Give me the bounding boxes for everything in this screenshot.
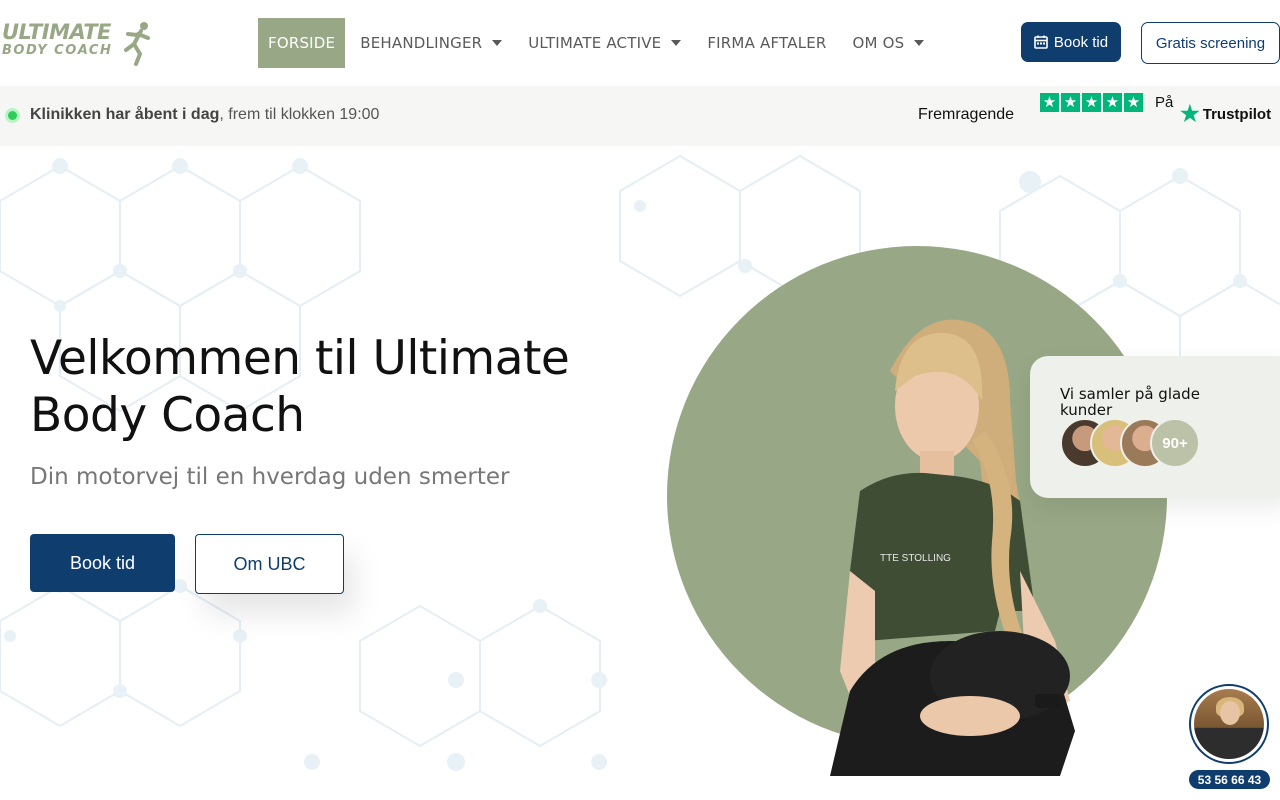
chevron-down-icon bbox=[914, 40, 925, 46]
nav-label: FIRMA AFTALER bbox=[707, 34, 827, 52]
runner-icon bbox=[124, 22, 150, 66]
free-screening-button[interactable]: Gratis screening bbox=[1141, 22, 1280, 64]
hero-subtitle: Din motorvej til en hverdag uden smerter bbox=[30, 464, 510, 490]
star-icon: ★ bbox=[1103, 93, 1122, 112]
chevron-down-icon bbox=[671, 40, 682, 46]
star-icon: ★ bbox=[1124, 93, 1143, 112]
star-icon: ★ bbox=[1040, 93, 1059, 112]
nav-item-forside[interactable]: FORSIDE bbox=[258, 18, 346, 68]
site-header: ULTIMATE BODY COACH FORSIDE BEHANDLINGER… bbox=[0, 0, 1280, 86]
happy-customers-card: Vi samler på glade kunder 90+ bbox=[1030, 356, 1280, 498]
customer-count-badge: 90+ bbox=[1150, 418, 1200, 468]
screening-button-label: Gratis screening bbox=[1155, 34, 1266, 52]
about-button-label: Om UBC bbox=[233, 553, 306, 574]
open-status-rest: , frem til klokken 19:00 bbox=[219, 106, 380, 123]
chevron-down-icon bbox=[492, 40, 503, 46]
open-status-bold: Klinikken har åbent i dag bbox=[30, 106, 220, 123]
logo-text-top: ULTIMATE bbox=[2, 20, 111, 44]
happy-customers-text: Vi samler på glade kunder bbox=[1060, 385, 1200, 419]
chat-widget-button[interactable] bbox=[1189, 684, 1269, 764]
open-status-dot-icon bbox=[5, 108, 20, 123]
trustpilot-rating-label: Fremragende bbox=[918, 106, 1015, 123]
logo[interactable]: ULTIMATE BODY COACH bbox=[0, 18, 160, 68]
tshirt-print: TTE STOLLING bbox=[880, 553, 951, 564]
star-icon: ★ bbox=[1061, 93, 1080, 112]
main-nav: FORSIDE BEHANDLINGER ULTIMATE ACTIVE FIR… bbox=[258, 18, 937, 68]
phone-number-badge[interactable]: 53 56 66 43 bbox=[1189, 770, 1270, 789]
nav-item-ultimate-active[interactable]: ULTIMATE ACTIVE bbox=[515, 18, 694, 68]
customer-avatars: 90+ bbox=[1060, 418, 1200, 468]
nav-item-firma-aftaler[interactable]: FIRMA AFTALER bbox=[694, 18, 839, 68]
trustpilot-wordmark: Trustpilot bbox=[1202, 105, 1272, 123]
nav-label: ULTIMATE ACTIVE bbox=[528, 34, 662, 52]
opening-hours-text: Klinikken har åbent i dag, frem til klok… bbox=[30, 106, 379, 124]
trustpilot-stars[interactable]: ★ ★ ★ ★ ★ bbox=[1040, 93, 1143, 112]
trustpilot-logo[interactable]: ★ Trustpilot bbox=[1180, 103, 1271, 125]
calendar-icon bbox=[1034, 35, 1048, 49]
hero-section: Velkommen til Ultimate Body Coach Din mo… bbox=[0, 146, 1280, 776]
nav-label: FORSIDE bbox=[268, 34, 336, 52]
nav-label: BEHANDLINGER bbox=[360, 34, 483, 52]
book-button-header[interactable]: Book tid bbox=[1021, 22, 1121, 62]
chat-avatar bbox=[1194, 689, 1264, 759]
trustpilot-star-icon: ★ bbox=[1180, 101, 1200, 126]
book-button-label: Book tid bbox=[69, 552, 136, 573]
chat-avatar-face bbox=[1220, 701, 1240, 725]
nav-item-behandlinger[interactable]: BEHANDLINGER bbox=[347, 18, 515, 68]
about-ubc-button[interactable]: Om UBC bbox=[195, 534, 344, 594]
nav-item-om-os[interactable]: OM OS bbox=[840, 18, 938, 68]
logo-text-bottom: BODY COACH bbox=[2, 43, 113, 58]
hero-title: Velkommen til Ultimate Body Coach bbox=[30, 331, 570, 443]
star-icon: ★ bbox=[1082, 93, 1101, 112]
book-button-hero[interactable]: Book tid bbox=[30, 534, 175, 592]
book-button-label: Book tid bbox=[1053, 33, 1109, 51]
nav-label: OM OS bbox=[852, 34, 905, 52]
trustpilot-on-label: På bbox=[1155, 94, 1174, 111]
